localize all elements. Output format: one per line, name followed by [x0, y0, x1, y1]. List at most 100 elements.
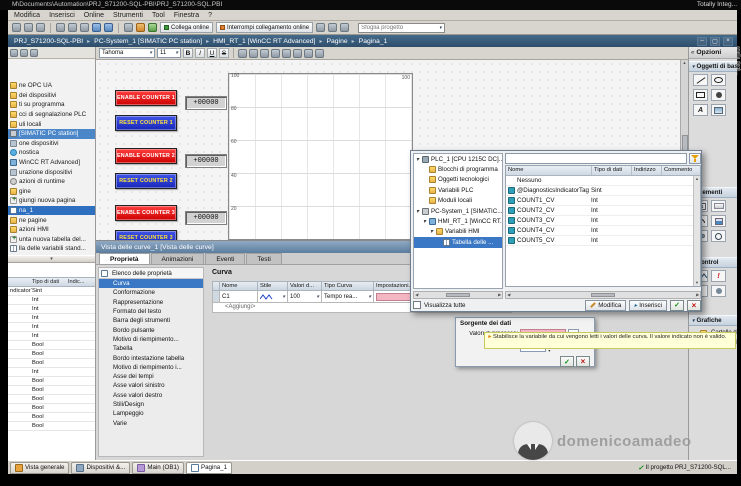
alarm-control-icon[interactable] [711, 270, 726, 282]
tree-item[interactable]: ne pagine [8, 215, 95, 225]
curve-name-cell[interactable]: C1 [220, 291, 258, 303]
text-tool-icon[interactable] [693, 104, 708, 116]
tag-grid-row[interactable]: COUNT1_CV Int [506, 196, 700, 206]
copy-icon[interactable] [68, 23, 77, 32]
underline-button[interactable]: U [207, 48, 217, 58]
sample-count-cell[interactable]: 100 [288, 291, 322, 303]
tree-item[interactable]: lla delle variabili stand... [8, 244, 95, 254]
io-field-3[interactable]: +00000 [185, 211, 227, 225]
section-graphics[interactable]: Grafiche [689, 315, 737, 326]
details-view-icon[interactable] [10, 48, 18, 57]
dialog-tree-item[interactable]: HMI_RT_1 [WinCC RT... [414, 216, 502, 226]
scroll-right-icon[interactable] [498, 292, 501, 298]
menu-item[interactable]: ? [208, 12, 212, 19]
scroll-up-icon[interactable] [695, 176, 699, 182]
simulation-icon[interactable] [316, 23, 326, 32]
strikethrough-button[interactable]: S [219, 48, 229, 58]
scroll-left-icon[interactable] [507, 292, 510, 298]
enable-counter-3-button[interactable]: ENABLE COUNTER 3 [115, 205, 177, 221]
inspector-tab[interactable]: Testi [246, 253, 282, 264]
tag-grid-row[interactable]: Nessuno [506, 176, 700, 186]
tag-row[interactable]: Bool [8, 413, 95, 422]
tag-row[interactable]: Bool [8, 386, 95, 395]
dialog-tree-item[interactable]: Moduli locali [414, 196, 502, 206]
property-nav-item[interactable]: Asse valori sinistro [99, 381, 203, 390]
user-control-icon[interactable] [711, 285, 726, 297]
highlight-color-icon[interactable] [249, 48, 258, 58]
tag-filter-input[interactable] [505, 153, 687, 164]
tag-grid-hscrollbar[interactable] [505, 291, 701, 299]
editor-tab[interactable]: Pagina_1 [185, 461, 233, 474]
tag-row[interactable]: Int [8, 305, 95, 314]
dialog-tree-hscrollbar[interactable] [413, 291, 503, 299]
dialog-tree-item[interactable]: PLC_1 [CPU 1215C DC]... [414, 154, 502, 164]
io-field-1[interactable]: +00000 [185, 96, 227, 110]
rectangle-tool-icon[interactable] [693, 89, 708, 101]
property-nav-item[interactable]: Asse valori destro [99, 391, 203, 400]
property-nav-item[interactable]: Stili/Design [99, 400, 203, 409]
tag-row[interactable]: ndicatorTag Sint [8, 287, 95, 296]
inspector-tab[interactable]: Eventi [205, 253, 246, 264]
italic-button[interactable]: I [195, 48, 205, 58]
align-left-icon[interactable] [260, 48, 269, 58]
inspector-tab[interactable]: Animazioni [150, 253, 205, 264]
breadcrumb-item[interactable]: PRJ_S71200-SQL-PBI [14, 38, 83, 45]
clock-tool-icon[interactable] [711, 230, 726, 242]
print-icon[interactable] [36, 23, 45, 32]
scrollbar-thumb[interactable] [446, 293, 470, 297]
curve-type-cell[interactable]: Tempo rea... [322, 291, 374, 303]
cancel-button[interactable] [576, 356, 590, 367]
scrollbar-thumb[interactable] [591, 293, 615, 297]
new-project-icon[interactable] [12, 23, 21, 32]
save-project-icon[interactable] [24, 23, 33, 32]
font-color-icon[interactable] [238, 48, 247, 58]
confirm-button[interactable] [560, 356, 574, 367]
tag-row[interactable]: Bool [8, 395, 95, 404]
tree-item[interactable]: urazione dispositivi [8, 167, 95, 177]
close-icon[interactable] [723, 36, 733, 46]
reset-counter-2-button[interactable]: RESET COUNTER 2 [115, 173, 177, 189]
tree-item[interactable]: one dispositivi [8, 139, 95, 149]
property-nav-item[interactable]: Motivo di riempimento i... [99, 363, 203, 372]
property-nav-item[interactable]: Lampeggio [99, 409, 203, 418]
bold-button[interactable]: B [183, 48, 193, 58]
dialog-tree-item[interactable]: PC-System_1 [SIMATIC... [414, 206, 502, 216]
dialog-cancel-button[interactable] [687, 299, 701, 311]
start-runtime-icon[interactable] [148, 23, 157, 32]
edit-button[interactable]: Modifica [585, 299, 627, 311]
fill-color-icon[interactable] [304, 48, 313, 58]
align-right-icon[interactable] [282, 48, 291, 58]
breadcrumb-item[interactable]: PC-System_1 [SIMATIC PC station] [83, 38, 202, 45]
go-online-button[interactable]: Collega online [160, 22, 214, 33]
tag-row[interactable]: Bool [8, 359, 95, 368]
tag-row[interactable]: Int [8, 368, 95, 377]
bar-tool-icon[interactable] [711, 215, 726, 227]
cut-icon[interactable] [56, 23, 65, 32]
dialog-confirm-button[interactable] [670, 299, 684, 311]
minimize-icon[interactable] [697, 36, 707, 46]
line-tool-icon[interactable] [693, 74, 708, 86]
dialog-tree-item[interactable]: Variabili HMI [414, 227, 502, 237]
tag-row[interactable]: Int [8, 332, 95, 341]
enable-counter-1-button[interactable]: ENABLE COUNTER 1 [115, 90, 177, 106]
tree-item[interactable]: [SIMATIC PC station] [8, 128, 95, 139]
dialog-tree-item[interactable]: Variabili PLC [414, 185, 502, 195]
property-nav-item[interactable]: Bordo intestazione tabella [99, 353, 203, 362]
layer-order-icon[interactable] [315, 48, 324, 58]
tag-grid-vscrollbar[interactable] [693, 176, 700, 286]
breadcrumb-item[interactable]: Pagine [315, 38, 347, 45]
tree-item[interactable]: unta nuova tabella del... [8, 235, 95, 245]
enable-counter-2-button[interactable]: ENABLE COUNTER 2 [115, 148, 177, 164]
property-nav-item[interactable]: Curva [99, 279, 203, 289]
compile-icon[interactable] [124, 23, 133, 32]
property-nav-item[interactable]: Motivo di riempimento... [99, 335, 203, 344]
ellipse-tool-icon[interactable] [711, 74, 726, 86]
io-field-2[interactable]: +00000 [185, 154, 227, 168]
filter-icon[interactable] [20, 48, 28, 57]
tag-row[interactable]: Bool [8, 422, 95, 431]
filter-icon[interactable] [689, 153, 701, 164]
maximize-icon[interactable] [710, 36, 720, 46]
redo-icon[interactable] [104, 23, 113, 32]
tree-item[interactable]: uli locali [8, 119, 95, 129]
window-layout-icon[interactable] [340, 23, 350, 32]
